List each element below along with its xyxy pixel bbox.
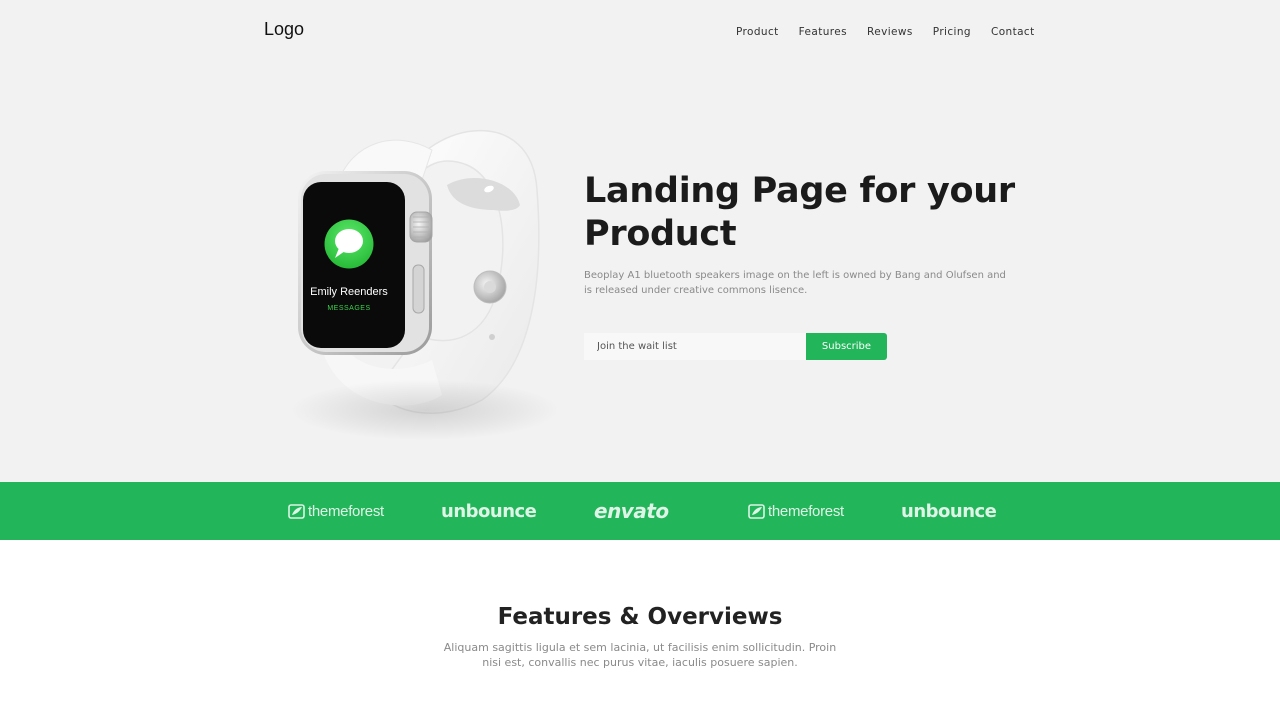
nav-link-product[interactable]: Product: [736, 26, 779, 38]
watch-app-label: MESSAGES: [327, 305, 370, 312]
nav-link-pricing[interactable]: Pricing: [933, 26, 971, 38]
features-description: Aliquam sagittis ligula et sem lacinia, …: [443, 641, 837, 669]
logo[interactable]: Logo: [264, 19, 304, 40]
themeforest-leaf-icon: [288, 503, 305, 519]
nav-link-features[interactable]: Features: [799, 26, 847, 38]
brand-logo-envato: envato: [594, 482, 669, 540]
product-image-watch: Emily Reenders MESSAGES: [282, 110, 567, 450]
hero-title: Landing Page for your Product: [584, 171, 1015, 254]
brand-logo-unbounce-2: unbounce: [901, 482, 997, 540]
hero-description: Beoplay A1 bluetooth speakers image on t…: [584, 270, 1006, 296]
brand-name-unbounce: unbounce: [441, 500, 537, 522]
waitlist-form: Subscribe: [584, 333, 887, 360]
watch-shadow: [292, 380, 557, 440]
brand-name-themeforest: themeforest: [308, 502, 384, 520]
brand-logo-themeforest-2: themeforest: [748, 482, 844, 540]
hero-section: Logo Product Features Reviews Pricing Co…: [0, 0, 1280, 482]
waitlist-email-input[interactable]: [584, 333, 806, 360]
brand-name-themeforest-2: themeforest: [768, 502, 844, 520]
watch-contact-name: Emily Reenders: [310, 286, 388, 298]
themeforest-leaf-icon: [748, 503, 765, 519]
features-title: Features & Overviews: [497, 604, 783, 630]
brand-logo-unbounce: unbounce: [441, 482, 537, 540]
brand-logos-bar: themeforest unbounce envato themeforest …: [0, 482, 1280, 540]
subscribe-button[interactable]: Subscribe: [806, 333, 887, 360]
nav-link-contact[interactable]: Contact: [991, 26, 1035, 38]
brand-name-unbounce-2: unbounce: [901, 500, 997, 522]
brand-logo-themeforest: themeforest: [288, 482, 384, 540]
brand-name-envato: envato: [594, 499, 669, 523]
main-nav: Product Features Reviews Pricing Contact: [736, 26, 1035, 38]
nav-link-reviews[interactable]: Reviews: [867, 26, 913, 38]
